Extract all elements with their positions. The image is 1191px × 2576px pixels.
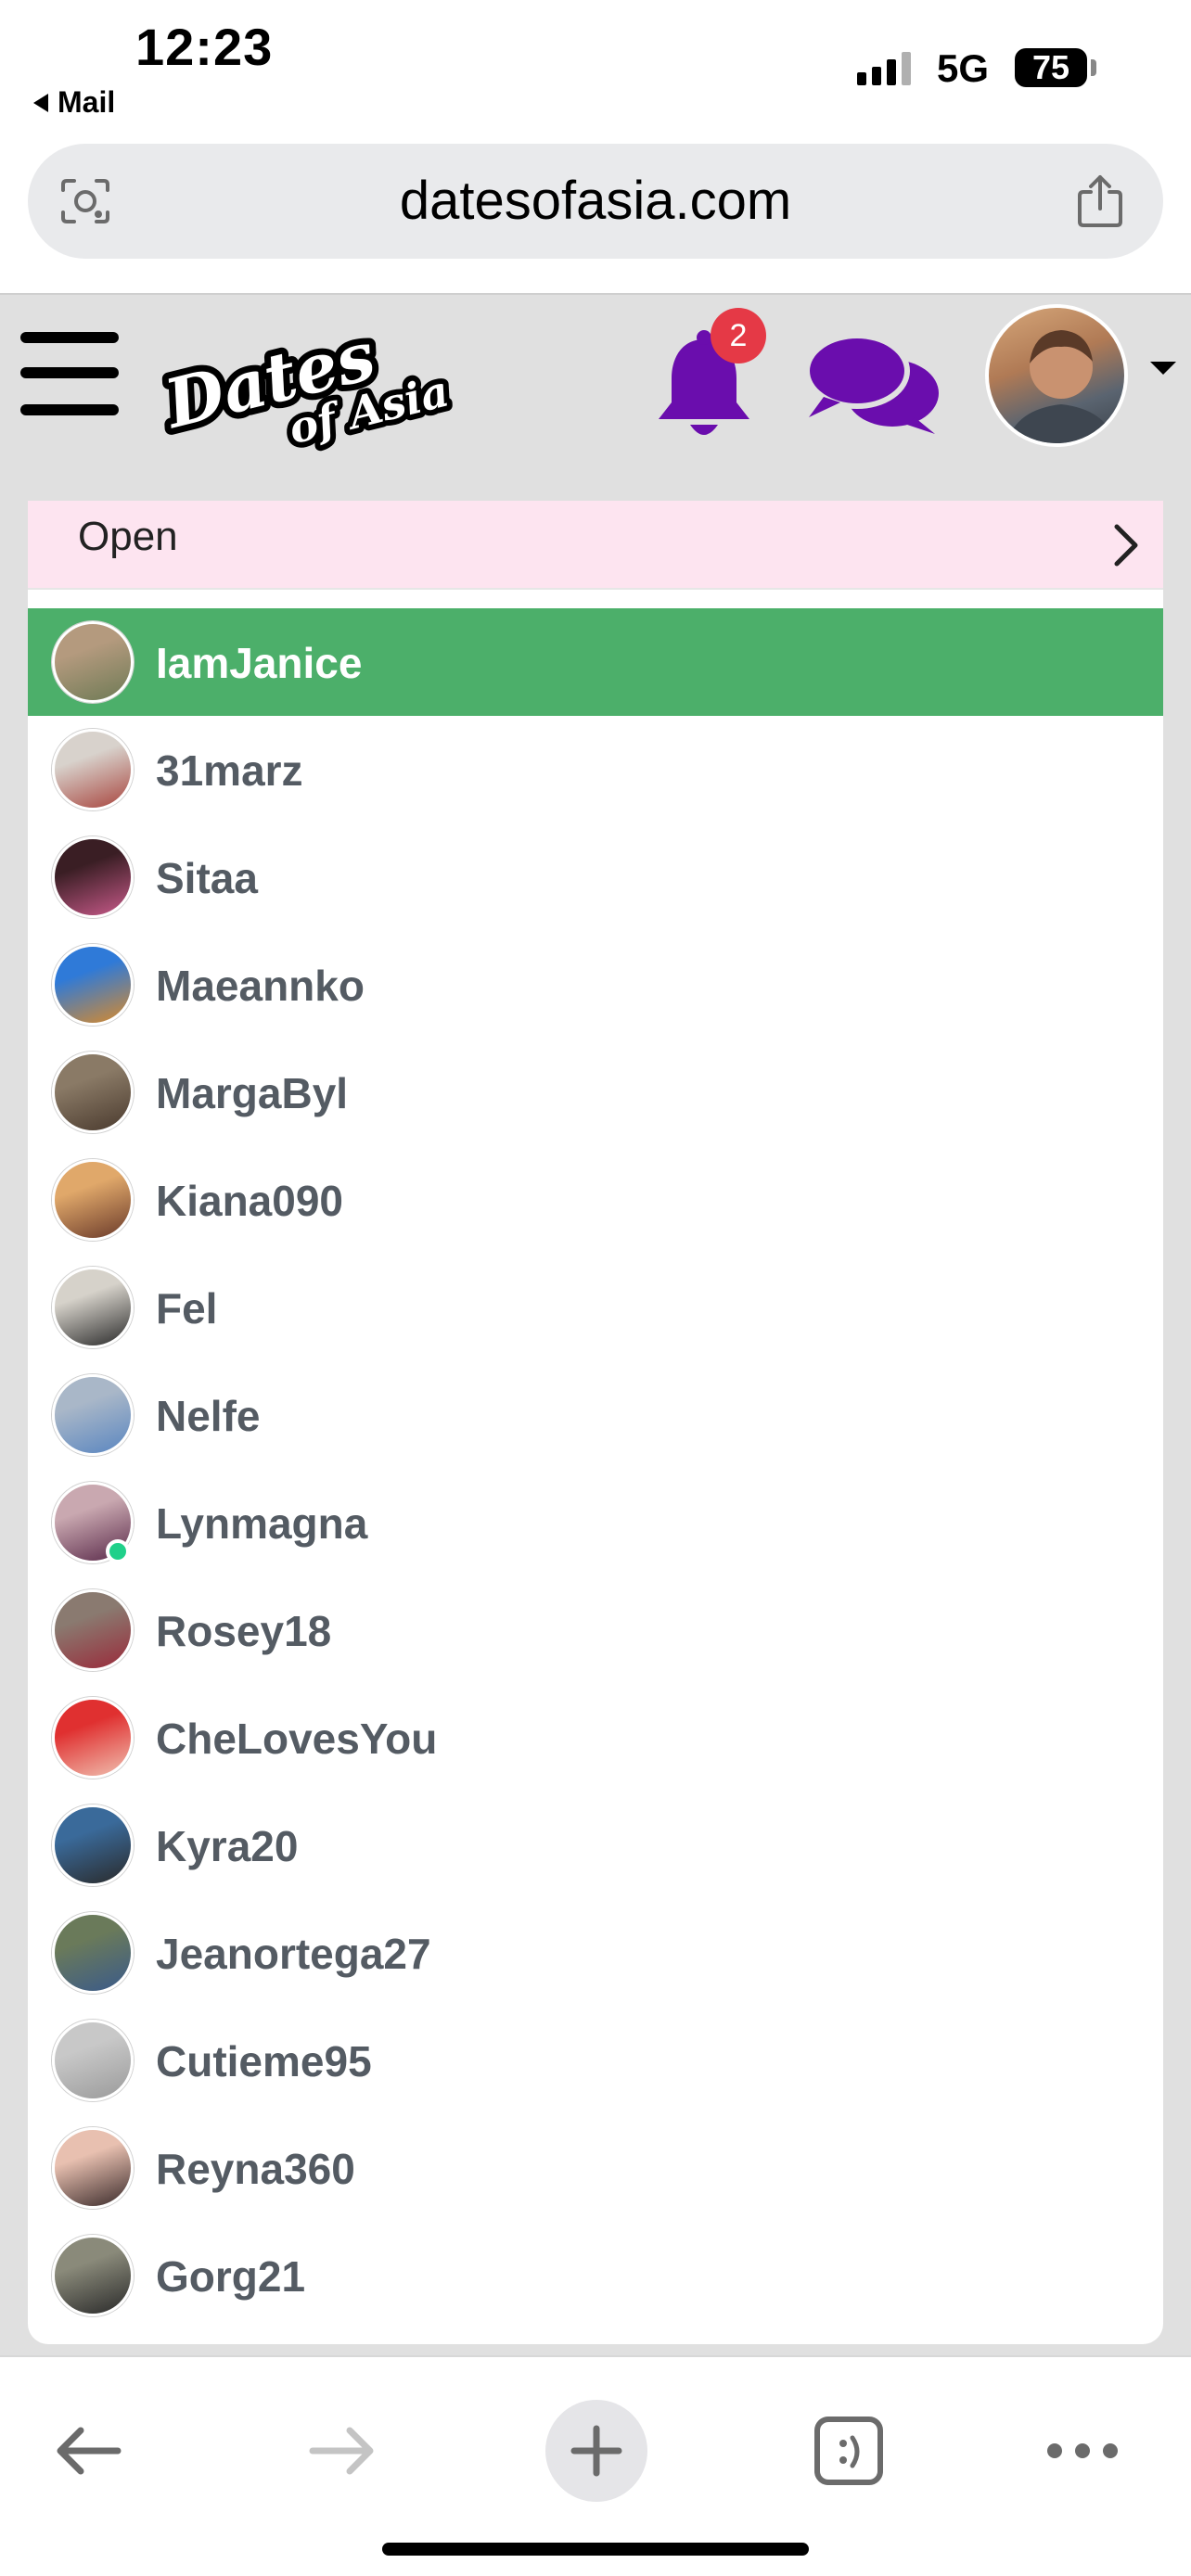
user-list-item[interactable]: Cutieme95 xyxy=(28,2007,1163,2114)
user-list-item[interactable]: Rosey18 xyxy=(28,1576,1163,1684)
back-triangle-icon xyxy=(33,93,48,112)
user-list-item[interactable]: CheLovesYou xyxy=(28,1684,1163,1792)
user-name: MargaByl xyxy=(156,1069,349,1117)
user-name: Lynmagna xyxy=(156,1499,368,1548)
user-list-item[interactable]: Jeanortega27 xyxy=(28,1899,1163,2007)
user-avatar-icon xyxy=(52,1804,134,1886)
user-name: CheLovesYou xyxy=(156,1715,438,1763)
notification-count-badge: 2 xyxy=(711,308,766,363)
chevron-right-icon xyxy=(1114,524,1138,567)
user-name: Fel xyxy=(156,1284,218,1333)
user-avatar-icon xyxy=(52,2127,134,2209)
cellular-signal-icon xyxy=(857,52,911,85)
profile-dropdown-caret-icon[interactable] xyxy=(1150,362,1176,375)
user-avatar-icon xyxy=(52,1589,134,1671)
tabs-icon[interactable] xyxy=(798,2400,900,2502)
user-name: Reyna360 xyxy=(156,2145,355,2193)
user-list-item[interactable]: Reyna360 xyxy=(28,2114,1163,2222)
address-bar[interactable]: datesofasia.com xyxy=(28,144,1163,259)
user-avatar-icon xyxy=(52,621,134,703)
more-icon[interactable] xyxy=(1031,2400,1133,2502)
battery-level: 75 xyxy=(1015,48,1087,87)
user-name: Cutieme95 xyxy=(156,2037,372,2085)
user-avatar-icon xyxy=(52,1267,134,1348)
forward-arrow-icon[interactable] xyxy=(291,2400,393,2502)
user-list-item[interactable]: MargaByl xyxy=(28,1039,1163,1146)
user-list-item[interactable]: Sitaa xyxy=(28,823,1163,931)
user-avatar-icon xyxy=(52,1052,134,1133)
user-avatar-icon xyxy=(52,944,134,1026)
user-list-item[interactable]: Fel xyxy=(28,1254,1163,1361)
user-list-item[interactable]: Gorg21 xyxy=(28,2222,1163,2329)
user-name: Gorg21 xyxy=(156,2252,306,2301)
open-section-header[interactable]: Open xyxy=(28,501,1163,590)
user-avatar-icon xyxy=(52,1912,134,1994)
user-list-item[interactable]: Kyra20 xyxy=(28,1792,1163,1899)
user-avatar-icon xyxy=(52,1697,134,1779)
back-to-app-button[interactable]: Mail xyxy=(33,85,115,120)
new-tab-plus-icon[interactable] xyxy=(545,2400,647,2502)
user-list-item[interactable]: IamJanice xyxy=(28,608,1163,716)
home-indicator[interactable] xyxy=(382,2543,809,2556)
messages-chat-icon[interactable] xyxy=(803,328,942,440)
user-list-item[interactable]: Kiana090 xyxy=(28,1146,1163,1254)
url-text[interactable]: datesofasia.com xyxy=(28,170,1163,232)
status-bar: 12:23 Mail 5G 75 xyxy=(0,0,1191,130)
status-time: 12:23 xyxy=(135,18,274,76)
back-arrow-icon[interactable] xyxy=(37,2400,139,2502)
user-name: Sitaa xyxy=(156,854,258,902)
hamburger-menu-icon[interactable] xyxy=(20,332,119,417)
user-name: Jeanortega27 xyxy=(156,1930,431,1978)
person-photo-icon xyxy=(1006,330,1116,443)
user-avatar-icon xyxy=(52,1374,134,1456)
user-avatar-icon xyxy=(52,2020,134,2101)
share-icon[interactable] xyxy=(1074,172,1126,229)
battery-nub-icon xyxy=(1091,59,1096,76)
user-name: Rosey18 xyxy=(156,1607,332,1655)
user-list: IamJanice 31marz Sitaa Maeannko MargaByl Kian… xyxy=(28,608,1163,2329)
back-app-label: Mail xyxy=(58,85,116,119)
user-name: Nelfe xyxy=(156,1392,261,1440)
user-name: 31marz xyxy=(156,746,303,795)
open-section-label: Open xyxy=(78,514,178,559)
website-content: Dates Dates of Asia of Asia 2 Open IamJa… xyxy=(0,295,1191,2355)
online-status-dot xyxy=(106,1539,130,1563)
user-name: Kyra20 xyxy=(156,1822,299,1870)
dates-of-asia-logo[interactable]: Dates Dates of Asia of Asia xyxy=(158,300,464,458)
user-profile-avatar[interactable] xyxy=(985,304,1128,447)
user-avatar-icon xyxy=(52,1159,134,1241)
user-avatar-icon xyxy=(52,2235,134,2316)
chat-list-panel: Open IamJanice 31marz Sitaa Maeannko MargaBy… xyxy=(28,501,1163,2344)
user-name: Kiana090 xyxy=(156,1177,344,1225)
user-list-item[interactable]: Lynmagna xyxy=(28,1469,1163,1576)
user-list-item[interactable]: 31marz xyxy=(28,716,1163,823)
user-name: IamJanice xyxy=(156,639,363,687)
user-avatar-icon xyxy=(52,836,134,918)
user-list-item[interactable]: Nelfe xyxy=(28,1361,1163,1469)
user-list-item[interactable]: Maeannko xyxy=(28,931,1163,1039)
user-avatar-icon xyxy=(52,729,134,810)
user-name: Maeannko xyxy=(156,962,365,1010)
network-type: 5G xyxy=(937,46,990,90)
